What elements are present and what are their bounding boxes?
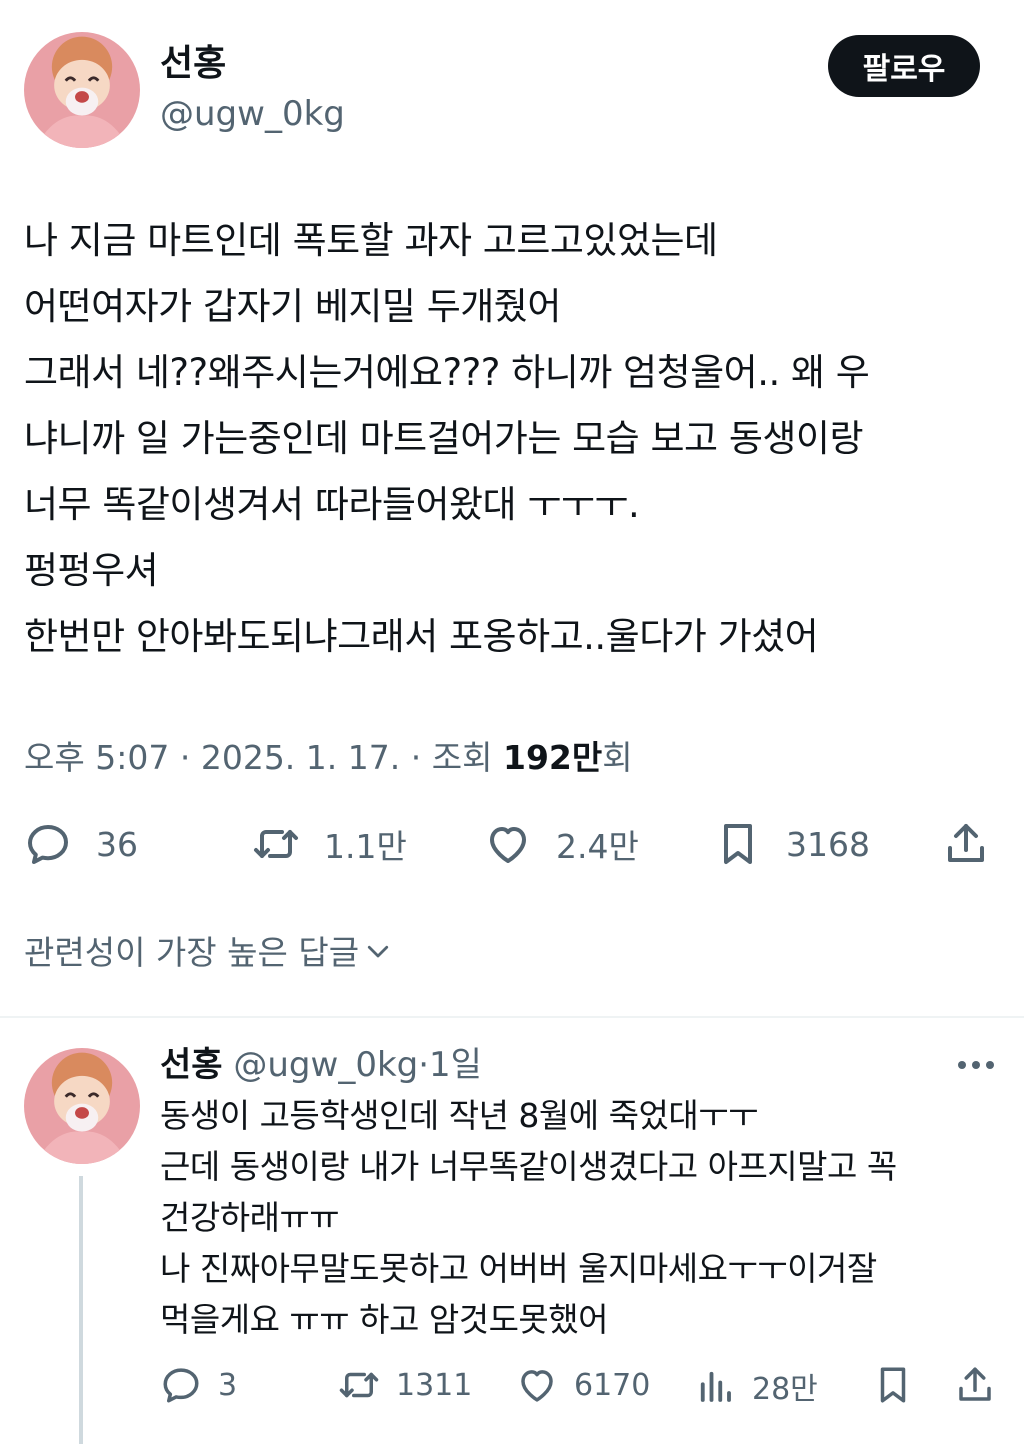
reply-icon [160, 1364, 202, 1406]
follow-button[interactable]: 팔로우 [828, 35, 980, 97]
meta-separator: · [410, 738, 422, 777]
share-button[interactable] [942, 820, 990, 868]
reply-line: 나 진짜아무말도못하고 어버버 울지마세요ㅜㅜ이거잘 [160, 1249, 877, 1288]
reply-count: 36 [96, 824, 138, 864]
reply-author-handle[interactable]: @ugw_0kg [233, 1045, 418, 1085]
tweet-line: 나 지금 마트인데 폭토할 과자 고르고있었는데 [24, 219, 718, 262]
share-icon [942, 820, 990, 868]
bookmark-icon [714, 820, 762, 868]
more-options-icon[interactable] [952, 1050, 1000, 1080]
views-count: 28만 [752, 1372, 818, 1407]
like-count: 2.4만 [556, 827, 639, 866]
reply-header: 선홍 @ugw_0kg·1일 [160, 1042, 482, 1088]
reply-separator: · [418, 1045, 430, 1085]
tweet-line: 펑펑우셔 [24, 549, 159, 592]
heart-icon [516, 1364, 558, 1406]
meta-separator: · [179, 738, 191, 777]
tweet-line: 어떤여자가 갑자기 베지밀 두개줬어 [24, 285, 561, 328]
tweet-line: 그래서 네??왜주시는거에요??? 하니까 엄청울어.. 왜 우 [24, 351, 870, 394]
reply-button[interactable]: 36 [24, 820, 138, 868]
reply-bookmark-button[interactable] [872, 1364, 914, 1406]
like-button[interactable]: 2.4만 [484, 820, 639, 868]
reply-views-button[interactable]: 28만 [694, 1364, 818, 1408]
reply-line: 근데 동생이랑 내가 너무똑같이생겼다고 아프지말고 꼭 [160, 1147, 897, 1186]
repost-icon [252, 820, 300, 868]
repost-button[interactable]: 1.1만 [252, 820, 407, 868]
tweet-time[interactable]: 오후 5:07 [24, 738, 169, 777]
reply-count: 3 [218, 1367, 238, 1403]
reply-repost-button[interactable]: 1311 [338, 1364, 472, 1406]
tweet-line: 냐니까 일 가는중인데 마트걸어가는 모습 보고 동생이랑 [24, 417, 864, 460]
reply-line: 먹을게요 ㅠㅠ 하고 암것도못했어 [160, 1300, 609, 1339]
sort-label: 관련성이 가장 높은 답글 [24, 933, 360, 972]
reply-reply-button[interactable]: 3 [160, 1364, 237, 1406]
heart-icon [484, 820, 532, 868]
reply-text: 동생이 고등학생인데 작년 8월에 죽었대ㅜㅜ 근데 동생이랑 내가 너무똑같이… [160, 1090, 1010, 1345]
repost-count: 1311 [396, 1367, 473, 1403]
views-prefix: 조회 [431, 738, 493, 777]
reply-author-name[interactable]: 선홍 [160, 1045, 223, 1085]
views-count: 192만 [502, 738, 603, 777]
bookmark-icon [872, 1364, 914, 1406]
reply-time[interactable]: 1일 [429, 1045, 482, 1085]
author-avatar[interactable] [24, 32, 140, 148]
tweet-line: 한번만 안아봐도되냐그래서 포옹하고..울다가 가셨어 [24, 615, 819, 658]
bookmark-count: 3168 [786, 824, 870, 864]
author-name[interactable]: 선홍 [160, 42, 226, 86]
avatar-image [24, 1048, 140, 1164]
reply-line: 건강하래ㅠㅠ [160, 1198, 340, 1237]
tweet-text: 나 지금 마트인데 폭토할 과자 고르고있었는데 어떤여자가 갑자기 베지밀 두… [24, 208, 1004, 670]
author-handle[interactable]: @ugw_0kg [160, 92, 345, 136]
like-count: 6170 [574, 1367, 651, 1403]
tweet-meta: 오후 5:07 · 2025. 1. 17. · 조회 192만회 [24, 736, 633, 780]
share-icon [954, 1364, 996, 1406]
section-divider [0, 1016, 1024, 1018]
reply-share-button[interactable] [954, 1364, 996, 1406]
analytics-icon [694, 1365, 736, 1407]
bookmark-button[interactable]: 3168 [714, 820, 870, 868]
tweet-line: 너무 똑같이생겨서 따라들어왔대 ㅜㅜㅜ. [24, 483, 640, 526]
tweet-date[interactable]: 2025. 1. 17. [201, 738, 400, 777]
repost-count: 1.1만 [324, 827, 407, 866]
reply-icon [24, 820, 72, 868]
avatar-image [24, 32, 140, 148]
thread-connector [79, 1176, 83, 1444]
reply-like-button[interactable]: 6170 [516, 1364, 650, 1406]
chevron-down-icon [363, 935, 393, 965]
views-suffix: 회 [602, 738, 633, 777]
reply-author-avatar[interactable] [24, 1048, 140, 1164]
reply-line: 동생이 고등학생인데 작년 8월에 죽었대ㅜㅜ [160, 1096, 758, 1135]
repost-icon [338, 1364, 380, 1406]
reply-sort-dropdown[interactable]: 관련성이 가장 높은 답글 [24, 926, 393, 974]
